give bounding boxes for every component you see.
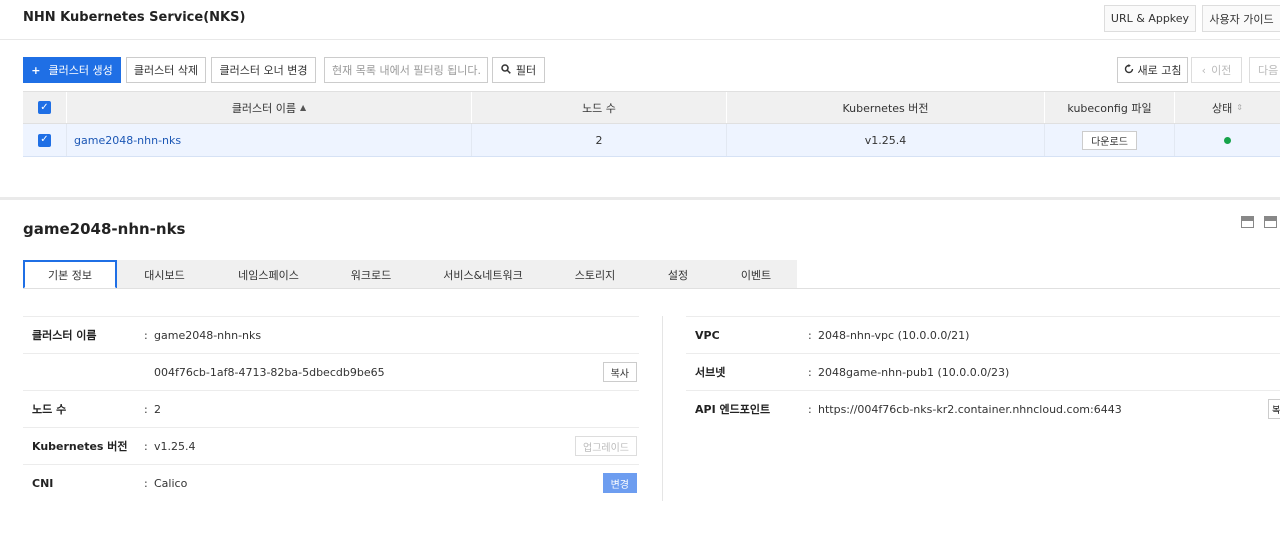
detail-title: game2048-nhn-nks: [23, 220, 186, 238]
prev-label: 이전: [1211, 64, 1232, 77]
vertical-separator: [662, 316, 663, 501]
check-icon: ✓: [38, 133, 51, 147]
upgrade-button[interactable]: 업그레이드: [575, 436, 637, 456]
subnet-label: 서브넷: [695, 366, 726, 379]
chevron-left-icon: ‹: [1201, 63, 1207, 77]
tab-dashboard[interactable]: 대시보드: [117, 260, 212, 289]
copy-api-endpoint-button[interactable]: 복: [1268, 399, 1280, 419]
colon: :: [144, 402, 148, 416]
status-indicator: [1224, 136, 1231, 144]
delete-cluster-button[interactable]: 클러스터 삭제: [126, 57, 206, 83]
next-page-button[interactable]: 다음: [1249, 57, 1280, 83]
column-name-label: 클러스터 이름: [231, 101, 297, 115]
select-all-checkbox[interactable]: ✓: [23, 92, 67, 123]
info-row-api-endpoint: API 엔드포인트 : https://004f76cb-nks-kr2.con…: [686, 390, 1280, 427]
sort-up-icon: ▲: [300, 103, 307, 112]
cell-kubeconfig: 다운로드: [1045, 124, 1175, 156]
refresh-button[interactable]: 새로 고침: [1117, 57, 1188, 83]
info-row-cluster-name: 클러스터 이름 : game2048-nhn-nks: [23, 316, 639, 353]
refresh-icon: [1124, 63, 1134, 77]
copy-uuid-button[interactable]: 복사: [602, 362, 637, 382]
column-nodes-label: 노드 수: [582, 101, 616, 115]
info-row-cni: CNI : Calico 변경: [23, 464, 639, 501]
column-header-kubeconfig: kubeconfig 파일: [1045, 92, 1175, 123]
colon: :: [144, 328, 148, 342]
filter-input[interactable]: [324, 57, 488, 83]
colon: :: [144, 439, 148, 453]
change-owner-button[interactable]: 클러스터 오너 변경: [211, 57, 316, 83]
tab-service-network[interactable]: 서비스&네트워크: [417, 260, 549, 289]
version-label: Kubernetes 버전: [32, 440, 128, 453]
nodes-label: 노드 수: [32, 403, 67, 416]
tab-namespace[interactable]: 네임스페이스: [212, 260, 325, 289]
cell-version: v1.25.4: [727, 124, 1045, 156]
cell-status: [1175, 124, 1280, 156]
section-divider: [0, 197, 1280, 200]
column-header-version: Kubernetes 버전: [727, 92, 1045, 123]
user-guide-button[interactable]: 사용자 가이드: [1202, 5, 1280, 32]
cluster-uuid-value: 004f76cb-1af8-4713-82ba-5dbecdb9be65: [154, 365, 385, 379]
column-header-nodes: 노드 수: [472, 92, 727, 123]
sort-icon: ⇕: [1236, 103, 1243, 112]
top-bar: NHN Kubernetes Service(NKS) URL & Appkey…: [0, 0, 1280, 40]
info-row-subnet: 서브넷 : 2048game-nhn-pub1 (10.0.0.0/23): [686, 353, 1280, 390]
api-endpoint-label: API 엔드포인트: [695, 403, 771, 416]
row-checkbox[interactable]: ✓: [23, 124, 67, 156]
tab-storage[interactable]: 스토리지: [549, 260, 641, 289]
tabs-underline: [23, 288, 1280, 289]
vpc-value: 2048-nhn-vpc (10.0.0.0/21): [818, 328, 970, 342]
vpc-label: VPC: [695, 328, 720, 342]
url-appkey-button[interactable]: URL & Appkey: [1104, 5, 1196, 32]
cell-cluster-name[interactable]: game2048-nhn-nks: [67, 124, 472, 156]
table-header: ✓ 클러스터 이름 ▲ 노드 수 Kubernetes 버전 kubeconfi…: [23, 91, 1280, 124]
info-row-cluster-uuid: 004f76cb-1af8-4713-82ba-5dbecdb9be65 복사: [23, 353, 639, 390]
filter-button[interactable]: 필터: [492, 57, 545, 83]
check-icon: ✓: [38, 101, 51, 114]
maximize-view-icon[interactable]: [1264, 216, 1277, 228]
tab-settings[interactable]: 설정: [641, 260, 715, 289]
subnet-value: 2048game-nhn-pub1 (10.0.0.0/23): [818, 365, 1010, 379]
colon: :: [808, 328, 812, 342]
cni-value: Calico: [154, 476, 188, 490]
info-row-version: Kubernetes 버전 : v1.25.4 업그레이드: [23, 427, 639, 464]
cell-nodes: 2: [472, 124, 727, 156]
filter-button-label: 필터: [515, 64, 537, 77]
column-kubeconfig-label: kubeconfig 파일: [1067, 101, 1152, 115]
nodes-value: 2: [154, 402, 161, 416]
colon: :: [808, 365, 812, 379]
api-endpoint-value: https://004f76cb-nks-kr2.container.nhncl…: [818, 402, 1122, 416]
tab-basic-info[interactable]: 기본 정보: [23, 260, 117, 289]
create-cluster-button[interactable]: + 클러스터 생성: [23, 57, 121, 83]
column-header-status[interactable]: 상태 ⇕: [1175, 92, 1280, 123]
prev-page-button[interactable]: ‹ 이전: [1191, 57, 1242, 83]
cluster-name-label: 클러스터 이름: [32, 329, 97, 342]
info-row-nodes: 노드 수 : 2: [23, 390, 639, 427]
page-title: NHN Kubernetes Service(NKS): [23, 10, 246, 25]
tab-workload[interactable]: 워크로드: [325, 260, 417, 289]
cluster-name-value: game2048-nhn-nks: [154, 328, 262, 342]
info-row-vpc: VPC : 2048-nhn-vpc (10.0.0.0/21): [686, 316, 1280, 353]
column-status-label: 상태: [1212, 101, 1233, 115]
column-header-name[interactable]: 클러스터 이름 ▲: [67, 92, 472, 123]
version-value: v1.25.4: [154, 439, 196, 453]
cluster-name-link[interactable]: game2048-nhn-nks: [74, 134, 181, 147]
table-row[interactable]: ✓ game2048-nhn-nks 2 v1.25.4 다운로드: [23, 124, 1280, 157]
split-view-icon[interactable]: [1241, 216, 1254, 228]
column-version-label: Kubernetes 버전: [842, 101, 929, 115]
create-cluster-label: 클러스터 생성: [48, 64, 113, 77]
tab-events[interactable]: 이벤트: [715, 260, 797, 289]
colon: :: [144, 476, 148, 490]
change-cni-button[interactable]: 변경: [602, 473, 637, 493]
plus-icon: +: [31, 63, 41, 77]
refresh-label: 새로 고침: [1137, 64, 1182, 77]
cni-label: CNI: [32, 476, 54, 490]
colon: :: [808, 402, 812, 416]
search-icon: [501, 63, 511, 77]
kubeconfig-download-button[interactable]: 다운로드: [1082, 130, 1137, 150]
